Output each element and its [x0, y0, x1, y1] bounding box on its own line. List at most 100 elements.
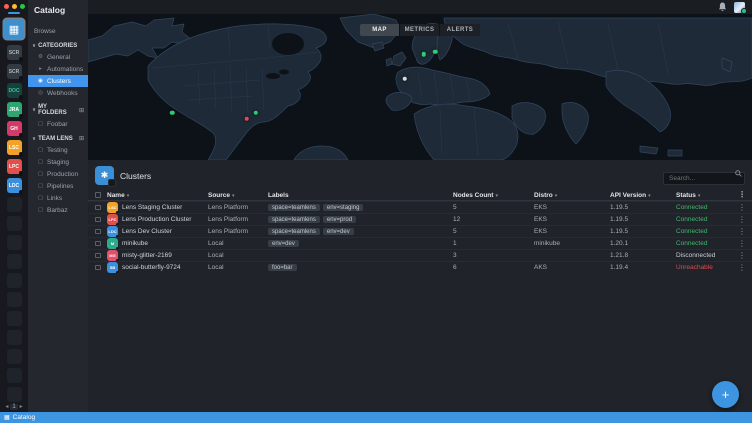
window-control-dot[interactable]: [4, 4, 9, 9]
cluster-icon: MG: [107, 250, 118, 261]
row-menu-icon[interactable]: ⋮: [737, 240, 747, 248]
add-folder-icon[interactable]: ⊞: [79, 107, 84, 114]
sidebar-item-label: Links: [47, 195, 62, 202]
section-header-categories[interactable]: ∨ CATEGORIES: [28, 38, 88, 51]
row-checkbox[interactable]: [95, 217, 101, 223]
sidebar-item-icon: ◎: [37, 90, 44, 96]
hotbar-item[interactable]: SCR: [7, 45, 22, 60]
chevron-down-icon: ∨: [32, 107, 36, 113]
sidebar-item-label: Staging: [47, 159, 69, 166]
hotbar-item[interactable]: GH: [7, 121, 22, 136]
cluster-nodes-count: 6: [453, 264, 534, 271]
cluster-name: Lens Dev Cluster: [122, 228, 172, 235]
map-view-tab[interactable]: METRICS: [400, 24, 440, 36]
sidebar-item[interactable]: ▢ Foobar: [28, 118, 88, 130]
sidebar-item[interactable]: ◎ Webhooks: [28, 87, 88, 99]
table-menu-icon[interactable]: ⋮: [737, 191, 747, 199]
section-header-my-folders[interactable]: ∨ MY FOLDERS ⊞: [28, 99, 88, 118]
column-api-version[interactable]: API Version▾: [610, 192, 676, 199]
cluster-row[interactable]: LPC Lens Production Cluster Lens Platfor…: [88, 213, 752, 225]
column-labels[interactable]: Labels: [268, 192, 453, 199]
sidebar-item[interactable]: ⚙ General: [28, 51, 88, 63]
hotbar-item[interactable]: LDC: [7, 178, 22, 193]
sort-icon: ▾: [495, 193, 498, 199]
row-checkbox[interactable]: [95, 265, 101, 271]
cluster-map-marker[interactable]: [170, 111, 175, 116]
map-view-tab[interactable]: MAP: [360, 24, 400, 36]
window-control-dot[interactable]: [12, 4, 17, 9]
row-checkbox[interactable]: [95, 253, 101, 259]
column-distro[interactable]: Distro▾: [534, 192, 610, 199]
pager-prev-icon[interactable]: ◂: [5, 403, 8, 410]
row-menu-icon[interactable]: ⋮: [737, 228, 747, 236]
cluster-status: Connected: [676, 216, 737, 223]
chevron-down-icon: ∨: [32, 43, 36, 49]
row-checkbox[interactable]: [95, 241, 101, 247]
cluster-world-map[interactable]: MAPMETRICSALERTS: [88, 14, 752, 160]
section-items-team-lens: ▢ Testing ▢ Staging ▢ Production ▢ Pipel…: [28, 144, 88, 216]
cluster-row[interactable]: LDC Lens Dev Cluster Lens Platform space…: [88, 225, 752, 237]
sidebar-item[interactable]: ▢ Links: [28, 192, 88, 204]
row-checkbox[interactable]: [95, 229, 101, 235]
hotbar-item[interactable]: JRA: [7, 102, 22, 117]
row-menu-icon[interactable]: ⋮: [737, 264, 747, 272]
hotbar-item[interactable]: LPC: [7, 159, 22, 174]
hotbar-item[interactable]: DOC: [7, 83, 22, 98]
sidebar-item-browse[interactable]: Browse: [28, 25, 88, 38]
clusters-table: Name▾ Source▾ Labels Nodes Count▾ Distro…: [88, 190, 752, 273]
window-control-dot[interactable]: [20, 4, 25, 9]
cluster-row[interactable]: LSC Lens Staging Cluster Lens Platform s…: [88, 201, 752, 213]
sidebar-item[interactable]: ▢ Staging: [28, 156, 88, 168]
add-cluster-button[interactable]: +: [712, 381, 739, 408]
column-name[interactable]: Name▾: [107, 192, 208, 199]
cluster-source: Local: [208, 264, 268, 271]
column-nodes-count[interactable]: Nodes Count▾: [453, 192, 534, 199]
sidebar-item[interactable]: ▢ Production: [28, 168, 88, 180]
cluster-api-version: 1.21.8: [610, 252, 676, 259]
cluster-name: Lens Production Cluster: [122, 216, 191, 223]
sidebar-title: Catalog: [28, 0, 88, 25]
hotbar-item[interactable]: ▦: [4, 19, 24, 39]
search-input[interactable]: [663, 172, 745, 185]
section-header-team-lens[interactable]: ∨ TEAM LENS ⊞: [28, 130, 88, 144]
cluster-row[interactable]: MG misty-glitter-2169 Local 3 1.21.8 Dis…: [88, 249, 752, 261]
cluster-distro: EKS: [534, 228, 610, 235]
row-menu-icon[interactable]: ⋮: [737, 252, 747, 260]
cluster-row[interactable]: M minikube Local env=dev 1 minikube 1.20…: [88, 237, 752, 249]
sidebar-item[interactable]: ▢ Pipelines: [28, 180, 88, 192]
map-view-tab[interactable]: ALERTS: [440, 24, 480, 36]
add-folder-icon[interactable]: ⊞: [79, 135, 84, 142]
hotbar-empty-slot: [7, 197, 22, 212]
cluster-nodes-count: 12: [453, 216, 534, 223]
user-avatar[interactable]: [734, 2, 745, 13]
row-menu-icon[interactable]: ⋮: [737, 216, 747, 224]
cluster-icon: M: [107, 238, 118, 249]
hotbar-empty-slot: [7, 273, 22, 288]
row-checkbox[interactable]: [95, 205, 101, 211]
hotbar-item[interactable]: SCR: [7, 64, 22, 79]
sidebar-item[interactable]: ▸ Automations: [28, 63, 88, 75]
sidebar-item[interactable]: ▢ Barbaz: [28, 204, 88, 216]
column-source[interactable]: Source▾: [208, 192, 268, 199]
label-chip: space=teamlens: [268, 228, 320, 235]
hotbar-item[interactable]: LSC: [7, 140, 22, 155]
notifications-bell-icon[interactable]: [718, 2, 727, 12]
select-all-checkbox[interactable]: [95, 192, 101, 198]
cluster-labels: space=teamlensenv=dev: [268, 228, 453, 236]
cluster-map-marker[interactable]: [244, 117, 249, 122]
cluster-map-marker[interactable]: [254, 111, 259, 116]
main-content: MAPMETRICSALERTS ✱ Clusters Name▾ Source…: [88, 0, 752, 412]
pager-next-icon[interactable]: ▸: [20, 403, 23, 410]
cluster-map-marker[interactable]: [402, 77, 407, 82]
active-hotbar-indicator: [8, 12, 20, 14]
column-status[interactable]: Status▾: [676, 192, 737, 199]
sidebar-item[interactable]: ◉ Clusters: [28, 75, 88, 87]
cluster-row[interactable]: SB social-butterfly-9724 Local foo=bar 6…: [88, 261, 752, 273]
cluster-map-marker[interactable]: [422, 52, 427, 57]
folder-icon: ▢: [37, 195, 44, 201]
row-menu-icon[interactable]: ⋮: [737, 204, 747, 212]
cluster-map-marker[interactable]: [433, 50, 438, 55]
cluster-source: Lens Platform: [208, 216, 268, 223]
sidebar-item[interactable]: ▢ Testing: [28, 144, 88, 156]
cluster-api-version: 1.19.5: [610, 228, 676, 235]
